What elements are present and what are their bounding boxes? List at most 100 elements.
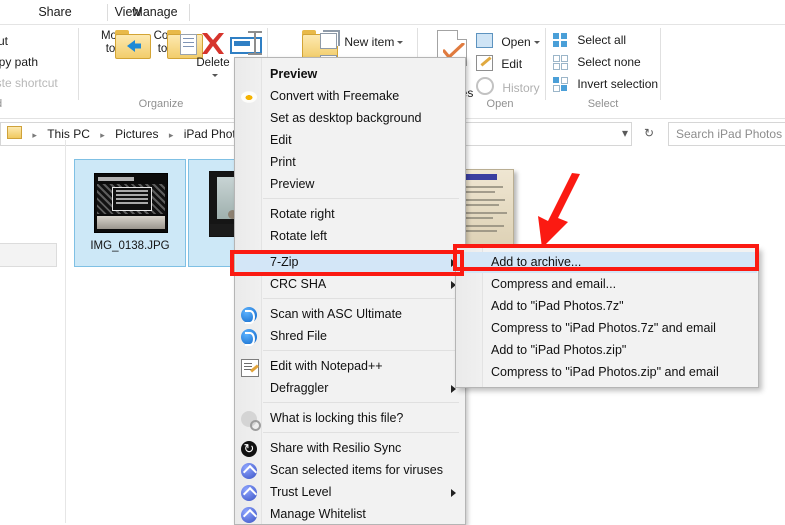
select-none-icon — [553, 55, 568, 69]
document-scan-photo-icon — [458, 169, 514, 245]
menu-item-rotate-left[interactable]: Rotate left — [236, 226, 464, 247]
breadcrumb-root-icon[interactable] — [7, 126, 22, 139]
menu-item-set-as-desktop-background[interactable]: Set as desktop background — [236, 108, 464, 129]
navigation-pane-item[interactable] — [0, 243, 57, 267]
menu-item-label: Rotate right — [270, 204, 335, 225]
chevron-down-icon[interactable] — [534, 41, 540, 44]
menu-separator — [263, 198, 459, 199]
menu-item-add-to-zip[interactable]: Add to "iPad Photos.zip" — [457, 340, 757, 361]
list-item-label: IMG_0138.JPG — [75, 240, 185, 252]
menu-item-label: Rotate left — [270, 226, 327, 247]
breadcrumb-item-this-pc[interactable]: This PC — [47, 123, 90, 145]
menu-item-label: Edit — [270, 130, 292, 151]
menu-item-label: Set as desktop background — [270, 108, 422, 129]
ribbon-group-label-clipboard: d — [0, 98, 16, 110]
new-item-icon — [320, 33, 337, 49]
list-item[interactable]: IMG_0138.JPG — [74, 159, 186, 267]
ribbon-group-label-organize: Organize — [86, 98, 236, 110]
menu-item-compress-to-zip-and-email[interactable]: Compress to "iPad Photos.zip" and email — [457, 362, 757, 383]
freemake-egg-icon — [241, 91, 257, 103]
menu-item-label: Compress to "iPad Photos.7z" and email — [491, 318, 716, 339]
lock-finder-icon — [241, 411, 257, 427]
ribbon-copy-path-label[interactable]: opy path — [0, 55, 38, 69]
chevron-down-icon[interactable]: ▾ — [614, 122, 636, 144]
context-menu[interactable]: Preview Convert with Freemake Set as des… — [234, 57, 466, 525]
chevron-right-icon[interactable]: ▸ — [169, 124, 174, 146]
breadcrumb-item-pictures[interactable]: Pictures — [115, 123, 158, 145]
menu-item-defraggler[interactable]: Defraggler — [236, 378, 464, 399]
ribbon-group-sep-5 — [660, 28, 661, 100]
menu-item-manage-whitelist[interactable]: Manage Whitelist — [236, 504, 464, 525]
ribbon-delete-label: Delete — [186, 57, 240, 70]
menu-item-preview[interactable]: Preview — [236, 174, 464, 195]
breadcrumb-item-ipad-photos[interactable]: iPad Phot — [184, 123, 236, 145]
menu-separator — [263, 402, 459, 403]
breadcrumb: ▸ This PC ▸ Pictures ▸ iPad Phot — [7, 123, 236, 145]
menu-separator — [263, 298, 459, 299]
menu-item-share-with-resilio-sync[interactable]: Share with Resilio Sync — [236, 438, 464, 459]
ribbon-select-all-button[interactable]: Select all — [553, 33, 626, 47]
ribbon-new-item-button[interactable]: New item — [320, 33, 403, 49]
refresh-icon[interactable]: ↻ — [638, 122, 660, 144]
menu-item-trust-level[interactable]: Trust Level — [236, 482, 464, 503]
tab-manage[interactable]: Manage — [115, 0, 195, 25]
menu-item-what-is-locking-this-file[interactable]: What is locking this file? — [236, 408, 464, 429]
open-icon — [476, 33, 493, 48]
ribbon-open-button[interactable]: Open — [476, 33, 540, 49]
menu-item-label: Scan selected items for viruses — [270, 460, 443, 481]
ribbon-invert-selection-button[interactable]: Invert selection — [553, 77, 658, 91]
navigation-pane[interactable] — [0, 147, 57, 523]
search-input[interactable]: Search iPad Photos — [668, 122, 785, 146]
ribbon-move-to-button[interactable]: Move to — [88, 30, 142, 56]
menu-item-rotate-right[interactable]: Rotate right — [236, 204, 464, 225]
tab-divider-2 — [189, 4, 190, 21]
menu-item-edit[interactable]: Edit — [236, 130, 464, 151]
ribbon-edit-label: Edit — [501, 57, 522, 71]
menu-item-label: Manage Whitelist — [270, 504, 366, 525]
menu-item-label: Shred File — [270, 326, 327, 347]
menu-item-label: Edit with Notepad++ — [270, 356, 383, 377]
menu-item-convert-with-freemake[interactable]: Convert with Freemake — [236, 86, 464, 107]
menu-item-preview-bold[interactable]: Preview — [236, 64, 464, 85]
menu-item-crc-sha[interactable]: CRC SHA — [236, 274, 464, 295]
ribbon-cut-label[interactable]: ut — [0, 34, 8, 48]
resilio-sync-icon — [241, 441, 257, 457]
menu-item-compress-and-email[interactable]: Compress and email... — [457, 274, 757, 295]
menu-item-scan-with-asc-ultimate[interactable]: Scan with ASC Ultimate — [236, 304, 464, 325]
chevron-down-icon[interactable] — [397, 41, 403, 44]
chevron-right-icon[interactable]: ▸ — [100, 124, 105, 146]
menu-item-label: Preview — [270, 64, 317, 85]
menu-item-print[interactable]: Print — [236, 152, 464, 173]
menu-item-label: Print — [270, 152, 296, 173]
tab-divider-1 — [107, 4, 108, 21]
chevron-down-icon[interactable] — [212, 74, 218, 77]
menu-item-edit-with-notepad-plus-plus[interactable]: Edit with Notepad++ — [236, 356, 464, 377]
annotation-highlight-box-add-to-archive — [453, 244, 759, 271]
menu-item-label: CRC SHA — [270, 274, 326, 295]
ribbon-group-sep-4 — [545, 28, 546, 100]
ribbon-history-button: History — [476, 77, 540, 95]
menu-item-scan-selected-items-for-viruses[interactable]: Scan selected items for viruses — [236, 460, 464, 481]
menu-item-label: Compress to "iPad Photos.zip" and email — [491, 362, 719, 383]
search-placeholder: Search iPad Photos — [676, 123, 782, 145]
ribbon-group-label-open: Open — [455, 98, 545, 110]
ribbon-delete-caret[interactable] — [186, 70, 240, 83]
menu-item-label: Scan with ASC Ultimate — [270, 304, 402, 325]
ribbon-edit-button[interactable]: Edit — [476, 55, 522, 71]
menu-item-compress-to-7z-and-email[interactable]: Compress to "iPad Photos.7z" and email — [457, 318, 757, 339]
menu-item-label: What is locking this file? — [270, 408, 403, 429]
chevron-right-icon[interactable]: ▸ — [32, 124, 37, 146]
asc-ultimate-icon — [241, 307, 257, 323]
menu-item-label: Share with Resilio Sync — [270, 438, 401, 459]
history-clock-icon — [476, 77, 494, 95]
ribbon-select-none-button[interactable]: Select none — [553, 55, 641, 69]
red-arrow-pointing-down-left-icon — [528, 172, 588, 250]
notepad-plus-plus-icon — [241, 359, 259, 377]
menu-item-add-to-7z[interactable]: Add to "iPad Photos.7z" — [457, 296, 757, 317]
ribbon-tab-strip: Share View Manage — [0, 0, 785, 25]
ribbon-select-none-label: Select none — [577, 55, 640, 69]
tab-share[interactable]: Share — [20, 0, 90, 25]
shield-scan-icon — [241, 507, 257, 523]
menu-item-shred-file[interactable]: Shred File — [236, 326, 464, 347]
ribbon-open-label: Open — [501, 35, 530, 49]
